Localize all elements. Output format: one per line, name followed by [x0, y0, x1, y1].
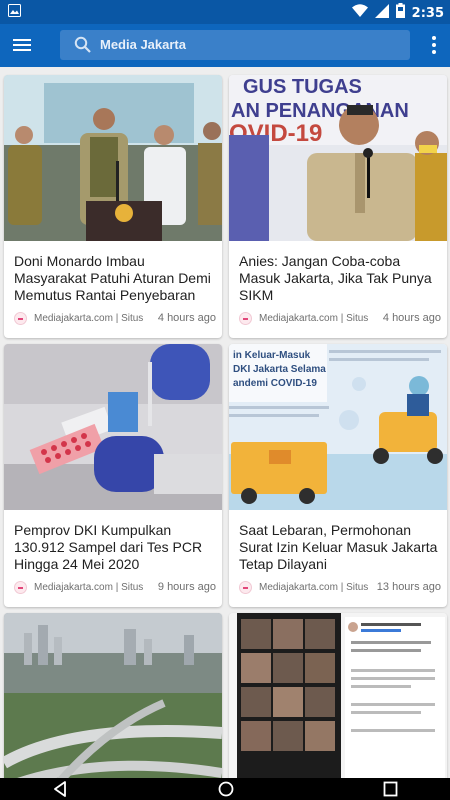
news-meta: Mediajakarta.com | Situs Berita 4 hours … — [14, 312, 216, 326]
more-vert-icon[interactable] — [430, 36, 438, 56]
pcr-test-lab-photo — [4, 344, 222, 510]
news-time: 4 hours ago — [382, 312, 441, 324]
signal-icon — [374, 3, 389, 23]
source-logo-icon — [239, 312, 252, 325]
banner-text-2: AN PENANGANAN — [231, 100, 409, 122]
image-notification-icon — [8, 4, 21, 22]
status-bar: 2:35 — [0, 0, 450, 24]
news-title: Doni Monardo Imbau Masyarakat Patuhi Atu… — [14, 253, 211, 303]
news-time: 9 hours ago — [157, 581, 216, 593]
news-card[interactable]: Pemprov DKI Kumpulkan 130.912 Sampel dar… — [4, 344, 222, 607]
news-time: 13 hours ago — [376, 581, 441, 593]
status-time: 2:35 — [411, 5, 444, 21]
news-title: Saat Lebaran, Permohonan Surat Izin Kelu… — [239, 522, 438, 572]
news-meta: Mediajakarta.com | Situs Berita 9 hours … — [14, 581, 216, 595]
news-time: 4 hours ago — [157, 312, 216, 324]
source-logo-icon — [239, 581, 252, 594]
infographic-heading-2: DKI Jakarta Selama — [233, 364, 326, 375]
news-card[interactable]: Doni Monardo Imbau Masyarakat Patuhi Atu… — [4, 75, 222, 338]
governor-speech-photo: GUS TUGAS AN PENANGANAN OVID-19 — [229, 75, 447, 241]
news-source: Mediajakarta.com | Situs Berita — [259, 313, 371, 324]
infographic-heading-1: in Keluar-Masuk — [233, 350, 311, 361]
search-query-text: Media Jakarta — [100, 37, 186, 52]
search-icon — [74, 36, 91, 58]
video-call-collage-screenshot — [229, 613, 447, 778]
jakarta-highway-aerial-photo — [4, 613, 222, 778]
back-icon[interactable] — [53, 781, 67, 800]
news-card[interactable]: in Keluar-Masuk DKI Jakarta Selama andem… — [229, 344, 447, 607]
infographic-heading-3: andemi COVID-19 — [233, 378, 317, 389]
news-source: Mediajakarta.com | Situs Berita — [34, 582, 146, 593]
wifi-icon — [351, 3, 368, 23]
search-bar[interactable]: Media Jakarta — [60, 30, 410, 60]
news-source: Mediajakarta.com | Situs Berita — [34, 313, 146, 324]
news-meta: Mediajakarta.com | Situs Berita 4 hours … — [239, 312, 441, 326]
news-meta: Mediajakarta.com | Situs Berita 13 hours… — [239, 581, 441, 595]
sikm-infographic: in Keluar-Masuk DKI Jakarta Selama andem… — [229, 344, 447, 510]
home-icon[interactable] — [218, 781, 234, 800]
battery-icon — [395, 3, 405, 23]
recents-icon[interactable] — [383, 781, 398, 800]
app-bar: Media Jakarta — [0, 24, 450, 67]
banner-text-1: GUS TUGAS — [243, 76, 362, 98]
news-card[interactable] — [4, 613, 222, 778]
news-card[interactable]: GUS TUGAS AN PENANGANAN OVID-19 Anies: J… — [229, 75, 447, 338]
news-title: Anies: Jangan Coba-coba Masuk Jakarta, J… — [239, 253, 432, 303]
news-card[interactable] — [229, 613, 447, 778]
source-logo-icon — [14, 312, 27, 325]
source-logo-icon — [14, 581, 27, 594]
press-conference-photo — [4, 75, 222, 241]
system-navigation-bar — [0, 778, 450, 800]
hamburger-menu-icon[interactable] — [13, 36, 33, 54]
news-title: Pemprov DKI Kumpulkan 130.912 Sampel dar… — [14, 522, 203, 572]
news-grid: Doni Monardo Imbau Masyarakat Patuhi Atu… — [0, 67, 450, 778]
news-source: Mediajakarta.com | Situs Berita — [259, 582, 371, 593]
